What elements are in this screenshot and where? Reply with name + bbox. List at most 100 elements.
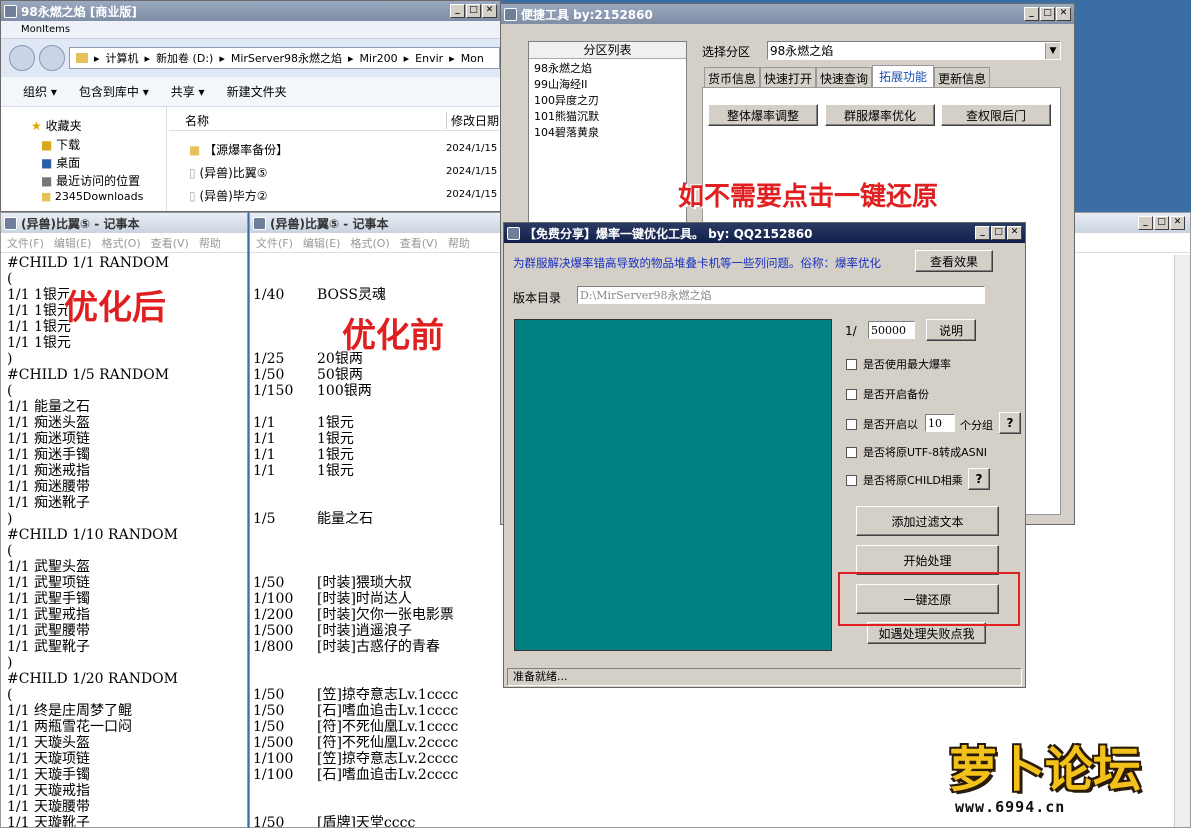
tab-currency[interactable]: 货币信息 [704, 67, 761, 89]
path-segment[interactable]: MirServer98永燃之焰 [231, 50, 342, 66]
close-button[interactable]: ✕ [1056, 7, 1071, 21]
child-multiply-option[interactable]: 是否将原CHILD相乘 [846, 472, 963, 488]
minimize-button[interactable]: _ [975, 226, 990, 240]
path-segment[interactable]: 新加卷 (D:) [156, 50, 213, 66]
path-segment[interactable]: Mir200 [360, 52, 398, 65]
maximize-button[interactable]: □ [466, 4, 481, 18]
minimize-button[interactable]: _ [450, 4, 465, 18]
partition-item[interactable]: 101熊猫沉默 [534, 109, 686, 125]
group-option[interactable]: 是否开启以 [846, 416, 918, 432]
col-date-header[interactable]: 修改日期 [446, 112, 499, 129]
maximize-button[interactable]: □ [991, 226, 1006, 240]
checkbox[interactable] [846, 418, 857, 430]
menu-format[interactable]: 格式(O) [350, 235, 389, 251]
text-line: 1/1 天璇戒指 [7, 783, 90, 799]
back-button[interactable] [9, 45, 35, 71]
file-row[interactable]: ▯ (异兽)比翼⑤ [189, 164, 268, 181]
partition-item[interactable]: 104碧落黄泉 [534, 125, 686, 141]
drop-rate: 1/1 [253, 431, 276, 447]
notepad-left-text[interactable]: #CHILD 1/1 RANDOM(1/1 1银元 1/1 1银元 1/1 1银元 1… [7, 255, 247, 828]
star-icon: ★ [31, 119, 42, 133]
file-row[interactable]: ▯ (异兽)毕方② [189, 187, 268, 204]
menu-format[interactable]: 格式(O) [101, 235, 140, 251]
minimize-button[interactable]: _ [1024, 7, 1039, 21]
path-segment[interactable]: Envir [415, 52, 443, 65]
maximize-button[interactable]: □ [1154, 216, 1169, 230]
file-row[interactable]: ■ 【源爆率备份】 [189, 141, 288, 158]
menu-view[interactable]: 查看(V) [151, 235, 189, 251]
rate-input[interactable]: 50000 [868, 321, 915, 339]
group-count-input[interactable]: 10 [925, 414, 955, 432]
path-segment[interactable]: 计算机 [106, 50, 139, 66]
tab-extensions[interactable]: 拓展功能 [872, 65, 935, 89]
drop-item: [笠]掠夺意志Lv.1cccc [317, 687, 459, 703]
view-effect-button[interactable]: 查看效果 [915, 250, 993, 272]
include-library-button[interactable]: 包含到库中 ▾ [79, 83, 149, 100]
menu-edit[interactable]: 编辑(E) [54, 235, 92, 251]
checkbox[interactable] [846, 446, 857, 458]
menu-help[interactable]: 帮助 [199, 235, 221, 251]
utf-convert-option[interactable]: 是否将原UTF-8转成ASNI [846, 444, 987, 460]
rate-tool-title: 【免费分享】爆率一键优化工具。 by: QQ2152860 [524, 226, 813, 241]
check-backdoor-button[interactable]: 查权限后门 [941, 104, 1051, 126]
drop-item: [石]嗜血追击Lv.2cccc [317, 767, 459, 783]
tab-updates[interactable]: 更新信息 [934, 67, 991, 89]
drop-rate: 1/200 [253, 607, 294, 623]
close-button[interactable]: ✕ [1170, 216, 1185, 230]
nav-item[interactable]: ■ 下载 [41, 136, 80, 153]
text-line: 1/1 终是庄周梦了鲲 [7, 703, 132, 719]
new-folder-button[interactable]: 新建文件夹 [227, 83, 287, 100]
checkbox[interactable] [846, 474, 857, 486]
menu-file[interactable]: 文件(F) [7, 235, 44, 251]
drop-item: [盾牌]天堂cccc [317, 815, 416, 828]
menu-edit[interactable]: 编辑(E) [303, 235, 341, 251]
text-line: #CHILD 1/1 RANDOM [7, 255, 170, 271]
share-button[interactable]: 共享 ▾ [171, 83, 205, 100]
group-help-button[interactable]: ? [999, 412, 1021, 434]
close-button[interactable]: ✕ [482, 4, 497, 18]
nav-item[interactable]: ■ 2345Downloads [41, 190, 143, 203]
partition-item[interactable]: 100异度之刃 [534, 93, 686, 109]
menu-help[interactable]: 帮助 [448, 235, 470, 251]
nav-item[interactable]: ■ 桌面 [41, 154, 80, 171]
close-button[interactable]: ✕ [1007, 226, 1022, 240]
overall-rate-button[interactable]: 整体爆率调整 [708, 104, 818, 126]
tab-quick-search[interactable]: 快速查询 [816, 67, 873, 89]
col-name-header[interactable]: 名称 [185, 112, 209, 129]
group-rate-button[interactable]: 群服爆率优化 [825, 104, 935, 126]
maximize-button[interactable]: □ [1040, 7, 1055, 21]
drop-item: [石]嗜血追击Lv.1cccc [317, 703, 459, 719]
menu-view[interactable]: 查看(V) [400, 235, 438, 251]
backup-option[interactable]: 是否开启备份 [846, 386, 929, 402]
drop-rate: 1/50 [253, 815, 285, 828]
text-line: 1/1 天璇靴子 [7, 815, 90, 828]
path-segment[interactable]: Mon [461, 52, 484, 65]
partition-item[interactable]: 99山海经II [534, 77, 686, 93]
explain-button[interactable]: 说明 [926, 319, 976, 341]
drop-rate: 1/100 [253, 767, 294, 783]
menu-file[interactable]: 文件(F) [256, 235, 293, 251]
drop-item: 1银元 [317, 415, 354, 431]
nav-item[interactable]: ■ 最近访问的位置 [41, 172, 140, 189]
start-process-button[interactable]: 开始处理 [856, 545, 999, 575]
address-bar[interactable]: ▸ 计算机 ▸ 新加卷 (D:) ▸ MirServer98永燃之焰 ▸ Mir200 ▸ Env… [69, 47, 500, 69]
file-date: 2024/1/15 [446, 143, 498, 154]
tab-quick-open[interactable]: 快速打开 [760, 67, 817, 89]
partition-item[interactable]: 98永燃之焰 [534, 61, 686, 77]
minimize-button[interactable]: _ [1138, 216, 1153, 230]
child-help-button[interactable]: ? [968, 468, 990, 490]
checkbox[interactable] [846, 358, 857, 370]
forward-button[interactable] [39, 45, 65, 71]
restore-highlight-box [838, 572, 1020, 626]
max-rate-option[interactable]: 是否使用最大爆率 [846, 356, 951, 372]
drop-rate: 1/50 [253, 687, 285, 703]
add-filter-button[interactable]: 添加过滤文本 [856, 506, 999, 536]
organize-button[interactable]: 组织 ▾ [23, 83, 57, 100]
dir-input[interactable]: D:\MirServer98永燃之焰 [577, 286, 985, 304]
download-icon: ■ [41, 138, 53, 152]
drop-item: [笠]掠夺意志Lv.2cccc [317, 751, 459, 767]
nav-favorites[interactable]: ★ 收藏夹 [31, 117, 82, 134]
partition-select[interactable]: 98永燃之焰 ▼ [767, 41, 1061, 60]
checkbox[interactable] [846, 388, 857, 400]
text-line: 1/1 天璇手镯 [7, 767, 90, 783]
